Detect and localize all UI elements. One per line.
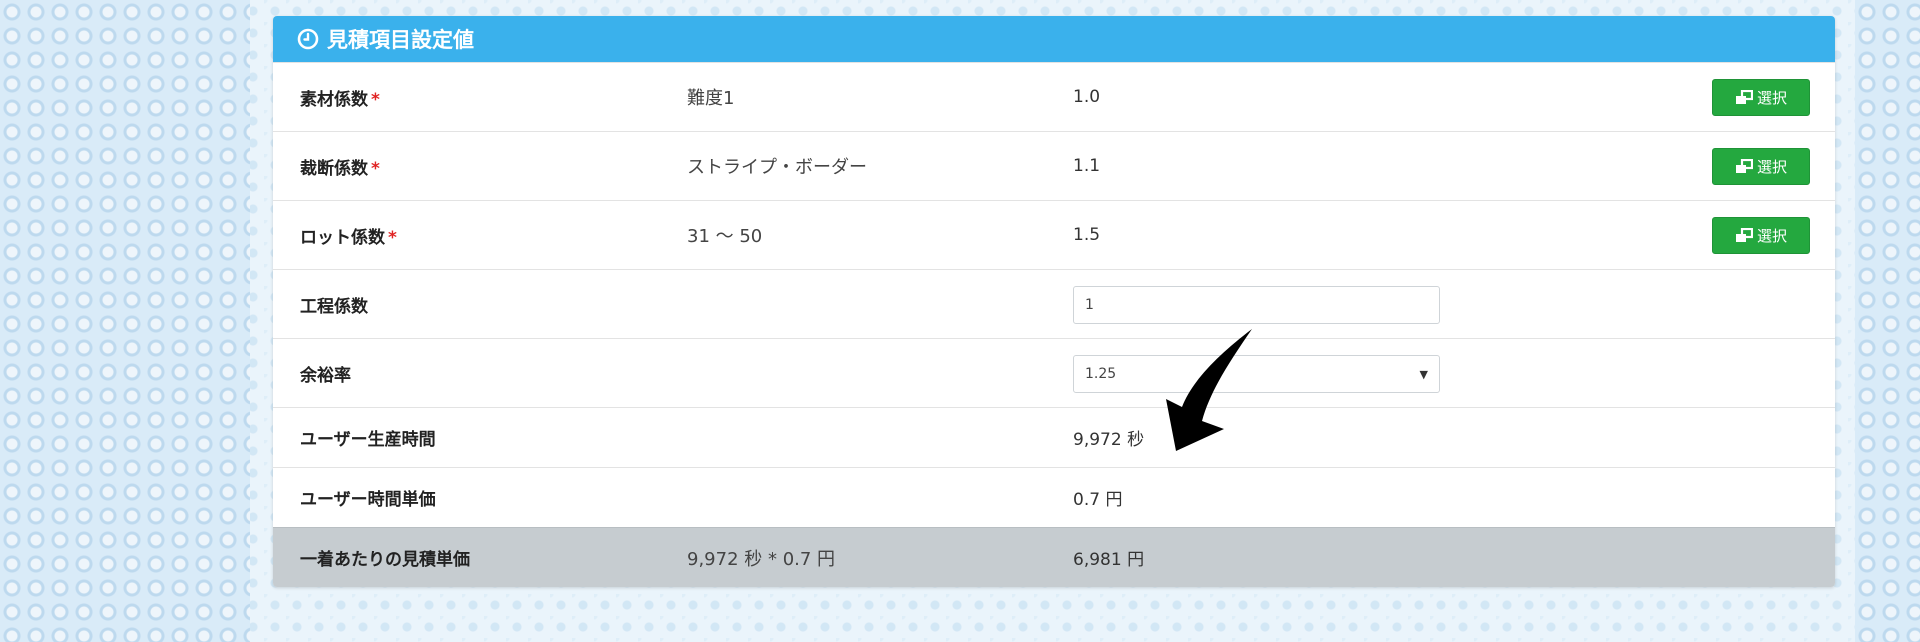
user-unit-price-value: 0.7 円: [1073, 490, 1123, 510]
total-row: 一着あたりの見積単価 9,972 秒 * 0.7 円 6,981 円: [273, 527, 1835, 587]
row-value: 31 〜 50: [687, 226, 763, 247]
row-coefficient: 1.0: [1073, 87, 1101, 107]
required-mark: *: [371, 158, 380, 179]
row-coefficient: 1.5: [1073, 225, 1101, 245]
row-label: ユーザー生産時間: [300, 430, 436, 450]
clock-icon: [297, 28, 319, 50]
process-coef-input[interactable]: [1073, 286, 1440, 324]
row-label: ユーザー時間単価: [300, 490, 436, 510]
curved-arrow-icon: [1166, 329, 1252, 451]
user-unit-price-row: ユーザー時間単価 0.7 円: [273, 467, 1835, 527]
row-label: 余裕率: [300, 365, 351, 386]
user-time-row: ユーザー生産時間 9,972 秒: [273, 407, 1835, 467]
total-formula: 9,972 秒 * 0.7 円: [687, 548, 836, 570]
row-label: 工程係数: [300, 296, 368, 317]
row-coefficient: 1.1: [1073, 156, 1101, 176]
row-label: ロット係数 *: [300, 227, 397, 248]
panel-title: 見積項目設定値: [327, 28, 474, 52]
lot-coef-row: ロット係数 * 31 〜 50 1.5 選択: [273, 200, 1835, 269]
select-button-cutting[interactable]: 選択: [1712, 148, 1810, 185]
caret-down-icon: ▼: [1419, 367, 1428, 381]
total-label: 一着あたりの見積単価: [300, 550, 470, 570]
required-mark: *: [371, 89, 380, 110]
row-label: 素材係数 *: [300, 89, 380, 110]
copy-icon: [1735, 227, 1753, 244]
required-mark: *: [388, 227, 397, 248]
material-coef-row: 素材係数 * 難度1 1.0 選択: [273, 62, 1835, 131]
estimate-settings-panel: 見積項目設定値 素材係数 * 難度1 1.0 選択 裁断係数 * ストライプ・ボーダ…: [273, 16, 1835, 587]
select-button-material[interactable]: 選択: [1712, 79, 1810, 116]
total-value: 6,981 円: [1073, 550, 1145, 570]
background-pattern-right: [1855, 0, 1920, 642]
copy-icon: [1735, 158, 1753, 175]
panel-header: 見積項目設定値: [273, 16, 1835, 62]
select-button-label: 選択: [1756, 89, 1787, 107]
row-label: 裁断係数 *: [300, 158, 380, 179]
cutting-coef-row: 裁断係数 * ストライプ・ボーダー 1.1 選択: [273, 131, 1835, 200]
row-value: 難度1: [687, 88, 735, 109]
margin-rate-row: 余裕率 1.25 ▼: [273, 338, 1835, 407]
user-time-value: 9,972 秒: [1073, 430, 1145, 450]
margin-rate-selected: 1.25: [1085, 366, 1117, 382]
select-button-lot[interactable]: 選択: [1712, 217, 1810, 254]
select-button-label: 選択: [1756, 158, 1787, 176]
copy-icon: [1735, 89, 1753, 106]
background-pattern-left: [0, 0, 250, 642]
row-value: ストライプ・ボーダー: [687, 157, 867, 178]
select-button-label: 選択: [1756, 227, 1787, 245]
process-coef-row: 工程係数: [273, 269, 1835, 338]
